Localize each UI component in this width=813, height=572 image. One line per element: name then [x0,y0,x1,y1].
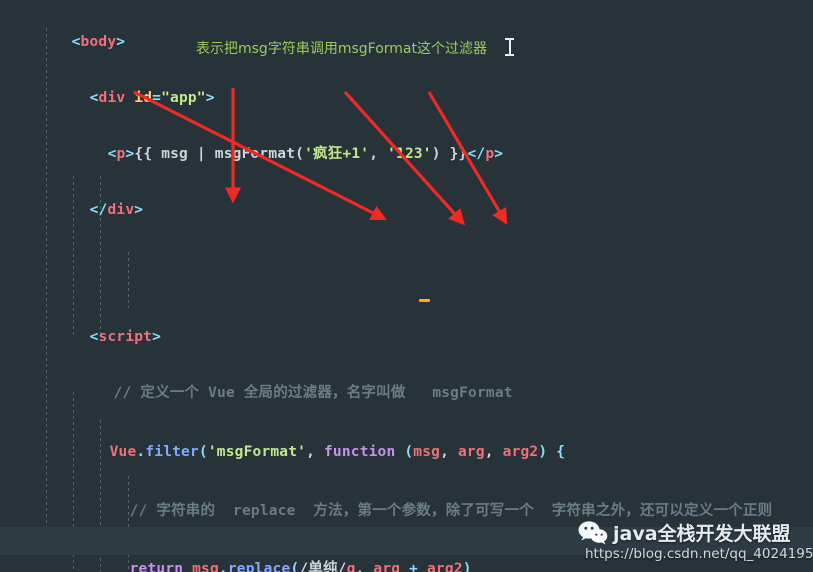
annotation-label: 表示把msg字符串调用msgFormat这个过滤器 [196,41,487,57]
code-token: , [484,444,503,460]
code-line-4[interactable]: </div> [0,168,813,218]
text-caret [419,299,430,302]
code-token: , [440,444,458,460]
code-token: arg [457,444,485,460]
code-token: , [306,444,324,460]
code-token: arg2 [502,444,539,460]
code-token: filter [145,444,199,460]
code-comment: // 字符串的 replace 方法，第一个参数，除了可写一个 字符串之外，还可… [129,503,773,519]
code-token: , [355,561,374,572]
code-line-7[interactable]: // 定义一个 Vue 全局的过滤器，名字叫做 msgFormat [0,351,813,401]
code-token: div [107,202,135,218]
code-token: script [98,329,153,345]
code-token: '疯狂+1' [304,146,370,162]
code-token: ( [290,561,300,572]
code-token: ( [404,444,414,460]
code-token: body [80,34,117,50]
code-line-1[interactable]: <body> [0,0,813,50]
code-token: < [107,146,117,162]
code-token: </ [89,202,108,218]
code-line-9[interactable]: // 字符串的 replace 方法，第一个参数，除了可写一个 字符串之外，还可… [0,469,813,519]
code-line-2[interactable]: <div id="app"> [0,56,813,106]
code-token: , [369,146,388,162]
code-token: id [134,90,153,106]
code-token: = [152,90,162,106]
code-token: /单纯/ [299,561,347,572]
code-line-10[interactable]: return msg.replace(/单纯/g, arg + arg2) [0,527,813,572]
code-token: > [152,329,162,345]
code-line-6[interactable]: <script> [0,295,813,345]
code-token: {{ msg | msgFormat( [134,146,305,162]
code-token: div [98,90,126,106]
code-token: Vue [109,444,137,460]
code-token: < [71,34,81,50]
code-comment: // 定义一个 Vue 全局的过滤器，名字叫做 msgFormat [113,385,513,401]
code-token: ) }} [431,146,468,162]
code-token: > [494,146,504,162]
code-token: 'msgFormat' [207,444,307,460]
code-token: msg [413,444,441,460]
code-token: "app" [161,90,206,106]
code-token: p [485,146,495,162]
code-token: < [89,90,99,106]
code-token: ) [538,444,548,460]
code-token: </ [467,146,486,162]
code-token: g [346,561,356,572]
code-editor-screenshot: <body> <div id="app"> <p>{{ msg | msgFor… [0,0,813,572]
code-line-8[interactable]: Vue.filter('msgFormat', function (msg, a… [0,410,813,460]
code-token: . [218,561,228,572]
code-token: function [323,444,396,460]
code-line-3[interactable]: < p> {{ msg | msgFormat('疯狂+1', '123') }}<… [0,112,813,162]
code-token: return [129,561,184,572]
code-token: msg [192,561,219,572]
code-token: '123' [387,146,432,162]
code-token: ) [462,561,472,572]
code-token: { [556,444,566,460]
code-token: > [116,34,126,50]
code-token: + [409,561,419,572]
code-token: replace [227,561,291,572]
code-token: . [136,444,146,460]
code-token: > [134,202,144,218]
code-token: arg2 [427,561,463,572]
code-token: arg [373,561,401,572]
code-token: > [205,90,215,106]
code-line-5[interactable] [0,224,813,252]
code-content[interactable]: <body> <div id="app"> <p>{{ msg | msgFor… [0,0,813,572]
code-token: < [89,329,99,345]
code-token: ( [198,444,208,460]
